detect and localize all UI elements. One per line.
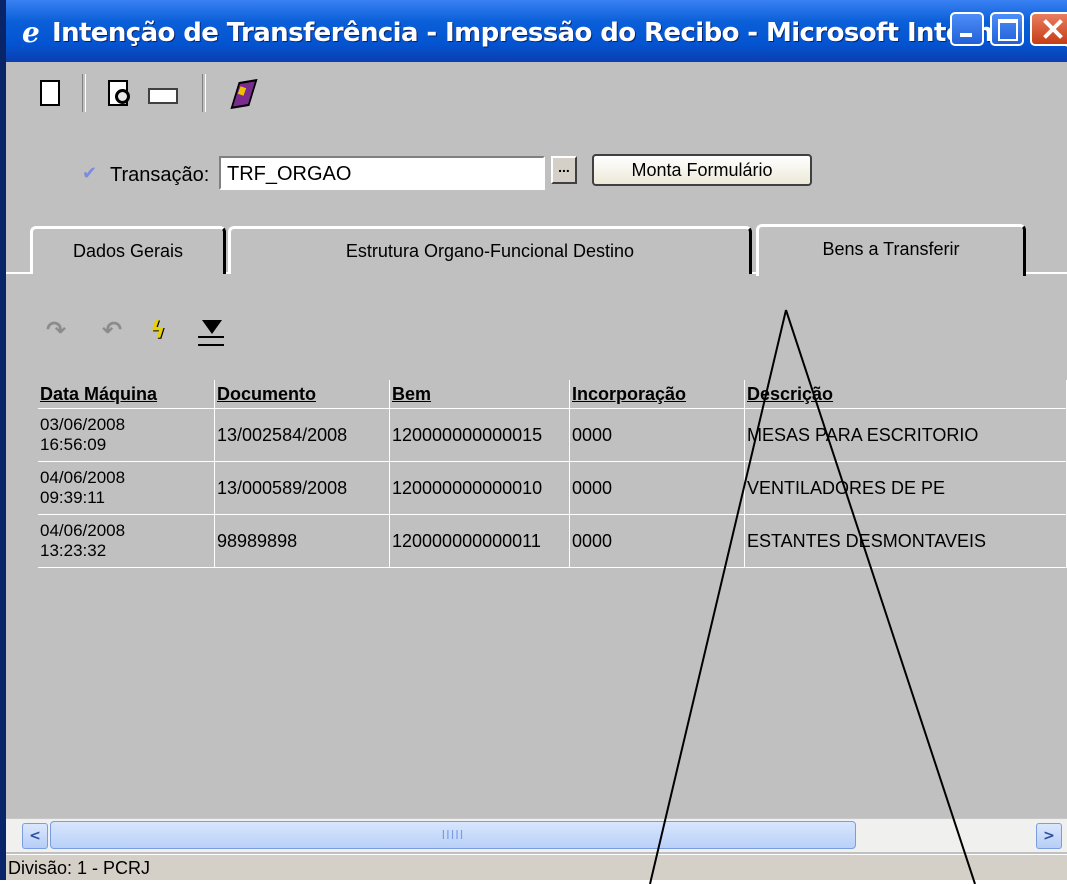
window-title: Intenção de Transferência - Impressão do… [52,18,1067,48]
cell-time: 09:39:11 [40,488,105,507]
toolbar-separator [82,74,86,112]
status-bar: Divisão: 1 - PCRJ [6,854,1067,880]
undo-icon[interactable]: ↶ [102,316,122,344]
build-form-button[interactable]: Monta Formulário [592,154,812,186]
column-header-bem[interactable]: Bem [389,380,570,409]
tab-estrutura-destino[interactable]: Estrutura Organo-Funcional Destino [228,226,752,274]
toolbar-separator [202,74,206,112]
cell-bem: 120000000000011 [389,514,570,568]
lightning-icon[interactable]: ϟ [150,316,166,344]
cell-time: 13:23:32 [40,541,107,560]
tab-bens-a-transferir[interactable]: Bens a Transferir [756,224,1026,276]
tab-strip: Dados Gerais Estrutura Organo-Funcional … [6,220,1067,280]
cell-documento: 13/000589/2008 [214,461,390,515]
main-toolbar [12,62,1067,126]
cell-incorporacao: 0000 [569,408,745,462]
cell-documento: 13/002584/2008 [214,408,390,462]
card-icon[interactable] [146,78,178,108]
cell-descricao: VENTILADORES DE PE [744,461,1067,515]
add-filter-icon[interactable] [198,314,224,346]
column-header-incorporacao[interactable]: Incorporação [569,380,745,409]
close-button[interactable] [1030,12,1067,46]
lookup-button[interactable]: ... [551,156,577,184]
cell-data-maquina: 04/06/2008 13:23:32 [38,514,215,568]
cell-date: 03/06/2008 [40,415,126,434]
table-header-row: Data Máquina Documento Bem Incorporação … [38,380,1067,409]
table-row[interactable]: 04/06/2008 13:23:32 98989898 120000000000… [38,514,1067,568]
column-header-documento[interactable]: Documento [214,380,390,409]
cell-data-maquina: 03/06/2008 16:56:09 [38,408,215,462]
cell-incorporacao: 0000 [569,514,745,568]
book-icon[interactable] [228,78,258,108]
cell-bem: 120000000000015 [389,408,570,462]
print-preview-icon[interactable] [104,78,130,108]
tab-dados-gerais[interactable]: Dados Gerais [30,226,226,274]
column-header-descricao[interactable]: Descrição [744,380,1067,409]
scroll-right-button[interactable]: > [1036,823,1062,849]
table-row[interactable]: 04/06/2008 09:39:11 13/000589/2008 120000… [38,461,1067,515]
cell-date: 04/06/2008 [40,468,126,487]
scroll-thumb[interactable]: IIIII [50,821,856,849]
ie-logo-icon: e [22,16,40,49]
new-document-icon[interactable] [36,78,62,108]
title-bar[interactable]: e Intenção de Transferência - Impressão … [6,0,1067,62]
check-icon: ✔ [82,163,98,184]
cell-time: 16:56:09 [40,435,107,454]
cell-date: 04/06/2008 [40,521,126,540]
cell-descricao: ESTANTES DESMONTAVEIS [744,514,1067,568]
cell-data-maquina: 04/06/2008 09:39:11 [38,461,215,515]
minimize-button[interactable] [950,12,984,46]
cell-incorporacao: 0000 [569,461,745,515]
table-row[interactable]: 03/06/2008 16:56:09 13/002584/2008 120000… [38,408,1067,462]
cell-descricao: MESAS PARA ESCRITORIO [744,408,1067,462]
cell-documento: 98989898 [214,514,390,568]
cell-bem: 120000000000010 [389,461,570,515]
assets-table: Data Máquina Documento Bem Incorporação … [38,380,1067,568]
column-header-data-maquina[interactable]: Data Máquina [38,380,215,409]
scroll-left-button[interactable]: < [22,823,48,849]
transaction-label: Transação: [110,164,210,186]
maximize-button[interactable] [990,12,1024,46]
redo-icon[interactable]: ↷ [46,316,66,344]
transaction-input[interactable]: TRF_ORGAO [219,156,545,190]
horizontal-scrollbar[interactable]: < IIIII > [6,818,1067,852]
